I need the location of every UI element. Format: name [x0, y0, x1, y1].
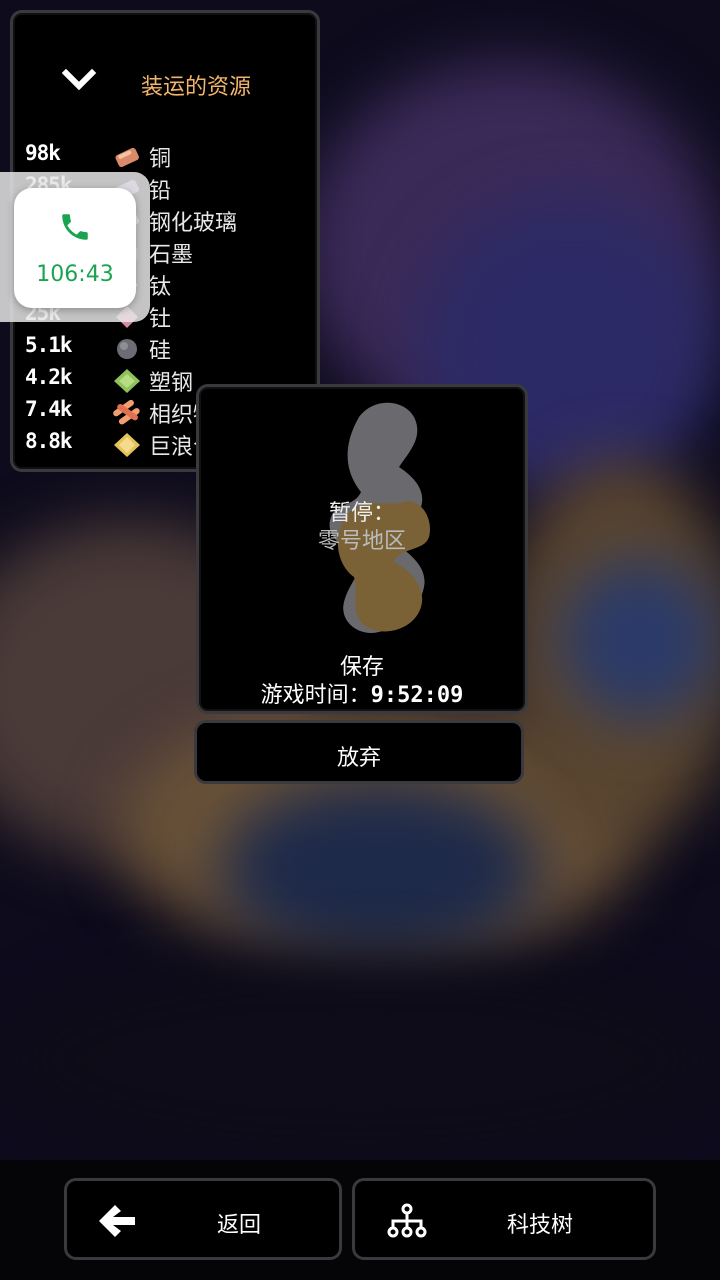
- tech-tree-icon: [387, 1203, 427, 1238]
- phone-icon: [62, 214, 88, 240]
- arrow-left-icon: [99, 1205, 135, 1237]
- resource-row: 5.1k 硅: [25, 333, 315, 365]
- resource-name: 塑钢: [149, 371, 194, 396]
- resource-name: 铜: [149, 147, 172, 172]
- resource-name: 钛: [149, 275, 172, 300]
- tech-tree-button[interactable]: 科技树: [352, 1178, 656, 1260]
- call-duration: 106:43: [36, 262, 114, 287]
- tech-tree-label: 科技树: [507, 1213, 574, 1238]
- chevron-down-icon[interactable]: [61, 67, 97, 95]
- abandon-label: 放弃: [336, 746, 381, 771]
- resource-value: 4.2k: [25, 365, 73, 389]
- resource-name: 钢化玻璃: [149, 211, 238, 236]
- sector-name: 零号地区: [317, 529, 406, 554]
- resources-header[interactable]: 装运的资源: [13, 63, 317, 103]
- resource-name: 铅: [149, 179, 172, 204]
- floating-call-overlay[interactable]: 106:43: [0, 172, 150, 322]
- pause-panel: 暂停： 零号地区 保存 游戏时间：9:52:09: [196, 384, 528, 714]
- resource-name: 石墨: [149, 243, 194, 268]
- resource-value: 8.8k: [25, 429, 73, 453]
- resources-title: 装运的资源: [141, 75, 252, 100]
- back-button[interactable]: 返回: [64, 1178, 342, 1260]
- call-bubble[interactable]: 106:43: [14, 188, 136, 308]
- playtime: 游戏时间：9:52:09: [199, 677, 525, 709]
- resource-name: 硅: [149, 339, 172, 364]
- abandon-button[interactable]: 放弃: [194, 720, 524, 784]
- silicon-icon: [117, 339, 137, 359]
- resource-value: 98k: [25, 141, 61, 165]
- playtime-label: 游戏时间：: [260, 683, 371, 708]
- resource-name: 钍: [149, 307, 172, 332]
- resource-row: 98k 铜: [25, 141, 315, 173]
- resource-value: 5.1k: [25, 333, 73, 357]
- resource-value: 7.4k: [25, 397, 73, 421]
- back-label: 返回: [217, 1213, 262, 1238]
- playtime-value: 9:52:09: [370, 683, 464, 708]
- plastanium-icon: [114, 369, 140, 393]
- surge-alloy-icon: [114, 433, 140, 457]
- copper-icon: [115, 147, 139, 168]
- phase-fabric-icon: [113, 400, 140, 425]
